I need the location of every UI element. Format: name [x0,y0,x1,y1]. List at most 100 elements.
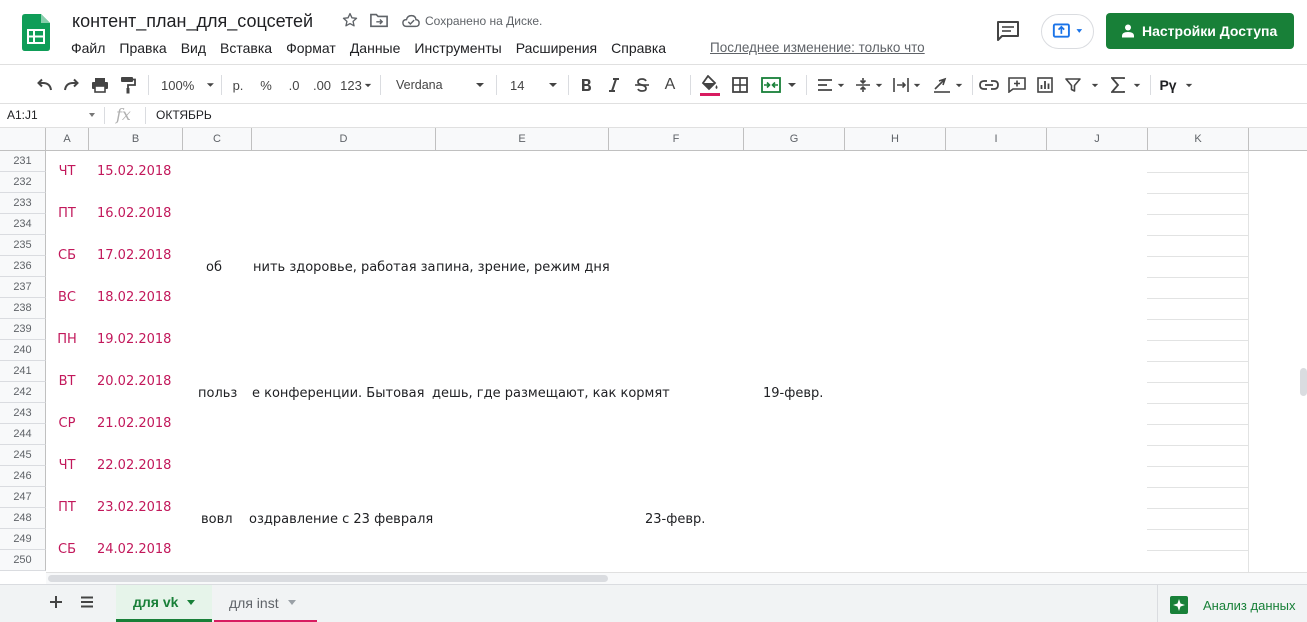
strikethrough-button[interactable] [632,74,652,96]
name-box[interactable]: A1:J1 [7,108,97,122]
menu-file[interactable]: Файл [64,38,112,58]
cell-date[interactable]: 21.02.2018 [97,416,171,431]
column-header-b[interactable]: B [89,128,183,151]
italic-button[interactable] [604,74,624,96]
sheet-tab-inst[interactable]: для inst [214,585,317,622]
cell-day-of-week[interactable]: ВТ [46,374,88,389]
row-header[interactable]: 250 [0,550,46,571]
cell-c242[interactable]: польз [198,386,237,401]
functions-button[interactable] [1108,74,1144,96]
bold-button[interactable] [576,74,596,96]
name-box-dropdown-icon[interactable] [89,113,95,117]
cell-day-of-week[interactable]: СР [46,416,88,431]
sheet-tab-vk[interactable]: для vk [116,585,212,622]
text-rotation-button[interactable] [928,74,968,96]
row-header[interactable]: 237 [0,277,46,298]
filter-button[interactable] [1062,74,1102,96]
cell-d248[interactable]: оздравление с 23 февраля [249,512,433,527]
column-header-f[interactable]: F [609,128,744,151]
row-header[interactable]: 232 [0,172,46,193]
present-button[interactable] [1041,14,1094,49]
add-sheet-icon[interactable] [48,594,64,610]
cell-date[interactable]: 15.02.2018 [97,164,171,179]
more-formats-button[interactable]: 123 [338,74,374,96]
cell-e236[interactable]: пина, зрение, режим дня [436,260,610,275]
cell-date[interactable]: 17.02.2018 [97,248,171,263]
row-header[interactable]: 247 [0,487,46,508]
horizontal-align-button[interactable] [813,74,849,96]
save-status[interactable]: Сохранено на Диске. [425,14,542,28]
cell-date[interactable]: 18.02.2018 [97,290,171,305]
sheets-logo-icon[interactable] [22,14,50,51]
cell-date[interactable]: 22.02.2018 [97,458,171,473]
column-header-k[interactable]: K [1148,128,1249,151]
column-header-g[interactable]: G [744,128,845,151]
percent-format-button[interactable]: % [256,74,276,96]
row-header[interactable]: 240 [0,340,46,361]
spreadsheet-grid[interactable]: A B C D E F G H I J K 231 232 233 234 23… [0,128,1307,584]
cell-day-of-week[interactable]: ВС [46,290,88,305]
fill-color-button[interactable] [698,74,722,96]
chevron-down-icon[interactable] [287,600,296,605]
menu-extensions[interactable]: Расширения [509,38,604,58]
horizontal-scroll-thumb[interactable] [48,575,608,582]
column-header-i[interactable]: I [946,128,1047,151]
cell-date[interactable]: 19.02.2018 [97,332,171,347]
menu-insert[interactable]: Вставка [213,38,279,58]
cell-date[interactable]: 23.02.2018 [97,500,171,515]
font-select[interactable]: Verdana [388,74,488,96]
text-color-button[interactable]: A [660,74,680,96]
row-header[interactable]: 238 [0,298,46,319]
row-header[interactable]: 234 [0,214,46,235]
redo-button[interactable] [61,74,83,96]
share-button[interactable]: Настройки Доступа [1106,13,1294,49]
paint-format-button[interactable] [117,74,139,96]
cell-c236[interactable]: об [206,260,222,275]
column-header-a[interactable]: A [46,128,89,151]
cell-date[interactable]: 16.02.2018 [97,206,171,221]
zoom-select[interactable]: 100% [155,74,215,96]
cell-date[interactable]: 24.02.2018 [97,542,171,557]
cell-day-of-week[interactable]: СБ [46,248,88,263]
font-size-select[interactable]: 14 [502,74,562,96]
menu-edit[interactable]: Правка [112,38,173,58]
row-header[interactable]: 236 [0,256,46,277]
cell-day-of-week[interactable]: СБ [46,542,88,557]
comments-icon[interactable] [996,20,1020,42]
row-header[interactable]: 231 [0,151,46,172]
row-header[interactable]: 248 [0,508,46,529]
column-header-l[interactable] [1249,128,1307,151]
row-header[interactable]: 245 [0,445,46,466]
row-header[interactable]: 243 [0,403,46,424]
cell-c248[interactable]: вовл [201,512,233,527]
cell-day-of-week[interactable]: ПТ [46,206,88,221]
cell-d236[interactable]: нить здоровье, работая за [253,260,436,275]
text-wrapping-button[interactable] [889,74,925,96]
cell-day-of-week[interactable]: ПТ [46,500,88,515]
document-title[interactable]: контент_план_для_соцсетей [72,11,313,32]
merge-cells-button[interactable] [757,74,801,96]
row-header[interactable]: 249 [0,529,46,550]
decrease-decimal-button[interactable]: .0 [282,74,306,96]
last-edit-link[interactable]: Последнее изменение: только что [710,40,925,55]
insert-chart-button[interactable] [1034,74,1056,96]
move-folder-icon[interactable] [370,12,388,28]
input-tools-button[interactable]: Рү [1157,74,1195,96]
borders-button[interactable] [729,74,751,96]
row-header[interactable]: 246 [0,466,46,487]
row-header[interactable]: 235 [0,235,46,256]
cell-day-of-week[interactable]: ЧТ [46,458,88,473]
explore-icon[interactable] [1170,596,1188,614]
row-header[interactable]: 242 [0,382,46,403]
row-header[interactable]: 241 [0,361,46,382]
row-header[interactable]: 233 [0,193,46,214]
column-header-c[interactable]: C [183,128,252,151]
cell-day-of-week[interactable]: ЧТ [46,164,88,179]
cell-e242[interactable]: дешь, где размещают, как кормят [432,386,670,401]
menu-data[interactable]: Данные [343,38,408,58]
row-header[interactable]: 244 [0,424,46,445]
cell-f248[interactable]: 23-февр. [645,512,705,527]
menu-help[interactable]: Справка [604,38,673,58]
insert-link-button[interactable] [978,74,1000,96]
cell-day-of-week[interactable]: ПН [46,332,88,347]
